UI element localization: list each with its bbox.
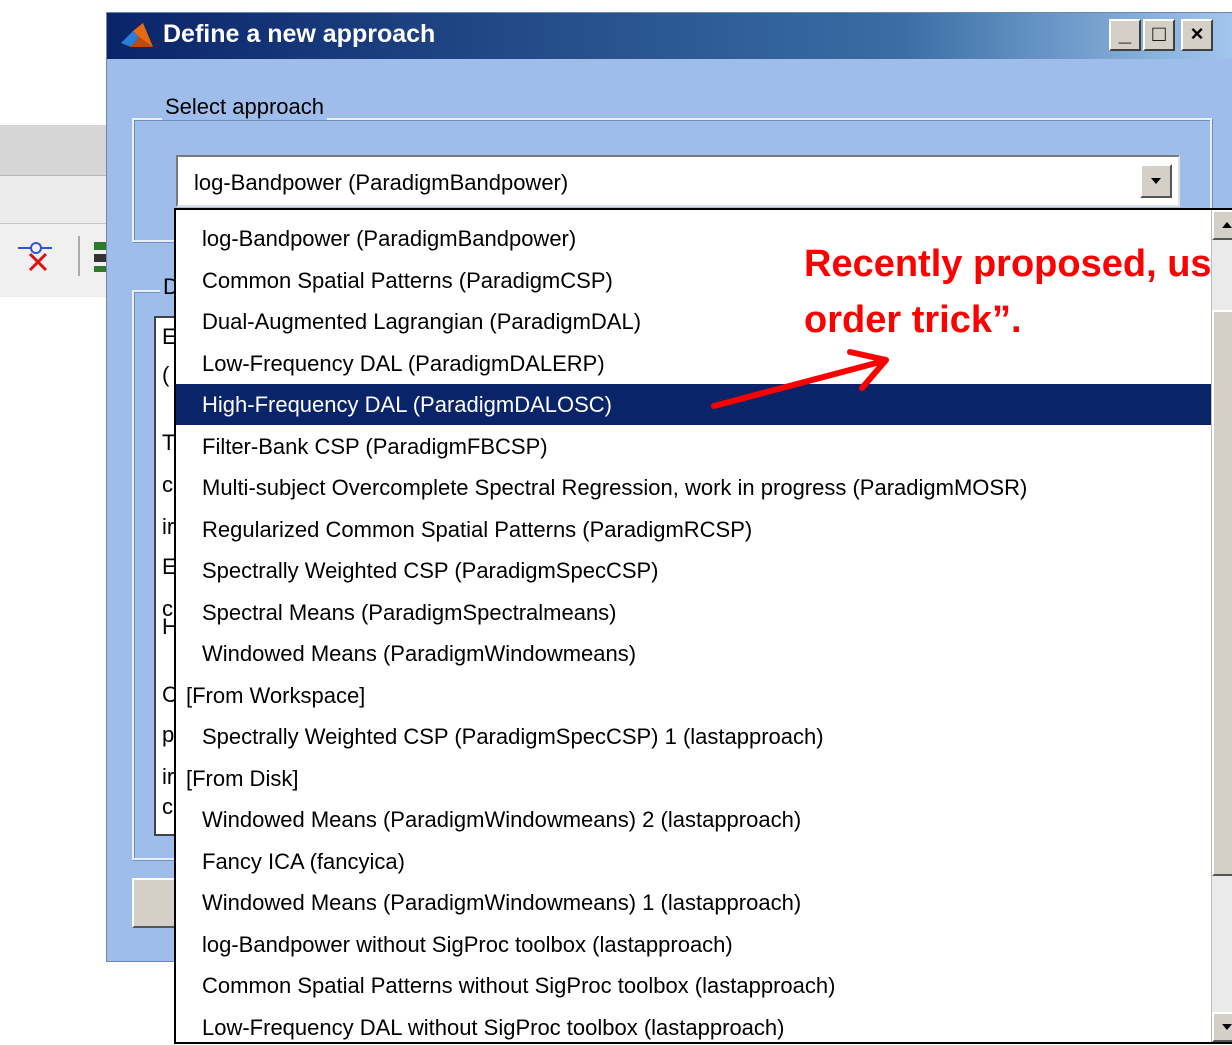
dropdown-option-label: Windowed Means (ParadigmWindowmeans) 2 (…: [202, 807, 802, 832]
dropdown-option-label: Filter-Bank CSP (ParadigmFBCSP): [202, 433, 548, 459]
description-fragment: ir: [162, 514, 175, 539]
dropdown-option-label: Windowed Means (ParadigmWindowmeans) 1 (…: [202, 890, 802, 915]
remove-link-icon[interactable]: [16, 236, 56, 276]
select-approach-legend: Select approach: [162, 94, 327, 120]
dropdown-option-label: [From Disk]: [186, 765, 299, 791]
dropdown-option-label: log-Bandpower (ParadigmBandpower): [202, 226, 577, 251]
dropdown-group-header: [From Disk]: [176, 758, 1212, 799]
dropdown-scrollbar[interactable]: [1211, 210, 1232, 1042]
dropdown-option[interactable]: Spectrally Weighted CSP (ParadigmSpecCSP…: [176, 716, 1212, 757]
dropdown-option-label: Spectrally Weighted CSP (ParadigmSpecCSP…: [202, 558, 659, 583]
dropdown-option-label: Spectral Means (ParadigmSpectralmeans): [202, 599, 617, 625]
title-bar[interactable]: Define a new approach _ □ ×: [107, 13, 1232, 59]
annotation-arrow: [711, 349, 889, 409]
dropdown-option-label: Dual-Augmented Lagrangian (ParadigmDAL): [202, 309, 642, 334]
dropdown-option-label: Spectrally Weighted CSP (ParadigmSpecCSP…: [202, 724, 824, 749]
annotation-line-1: Recently proposed, us: [804, 243, 1212, 285]
toolbar-separator: [78, 236, 80, 276]
scroll-up-button[interactable]: [1212, 210, 1232, 240]
dropdown-option[interactable]: Common Spatial Patterns without SigProc …: [176, 965, 1212, 1006]
dialog-title: Define a new approach: [163, 20, 436, 48]
dropdown-arrow-icon: [1151, 178, 1161, 184]
screen: Define a new approach _ □ × Select appro…: [0, 0, 1232, 1045]
dropdown-option-label: High-Frequency DAL (ParadigmDALOSC): [202, 392, 612, 417]
scroll-down-button[interactable]: [1212, 1012, 1232, 1042]
scroll-up-icon: [1222, 222, 1232, 228]
description-fragment: c: [162, 472, 173, 497]
dropdown-option[interactable]: Filter-Bank CSP (ParadigmFBCSP): [176, 426, 1212, 467]
dropdown-option[interactable]: Multi-subject Overcomplete Spectral Regr…: [176, 467, 1212, 508]
maximize-button[interactable]: □: [1143, 19, 1175, 51]
dropdown-option[interactable]: Fancy ICA (fancyica): [176, 841, 1212, 882]
dropdown-option-label: Low-Frequency DAL without SigProc toolbo…: [202, 1014, 785, 1040]
dropdown-option[interactable]: High-Frequency DAL (ParadigmDALOSC): [176, 384, 1212, 425]
dropdown-option[interactable]: Low-Frequency DAL (ParadigmDALERP): [176, 343, 1212, 384]
dropdown-arrow-button[interactable]: [1140, 164, 1172, 198]
dropdown-option-label: Low-Frequency DAL (ParadigmDALERP): [202, 350, 605, 376]
dropdown-option[interactable]: Spectrally Weighted CSP (ParadigmSpecCSP…: [176, 550, 1212, 591]
minimize-button[interactable]: _: [1109, 19, 1141, 51]
description-fragment: (: [162, 362, 170, 387]
approach-combobox[interactable]: log-Bandpower (ParadigmBandpower): [176, 155, 1180, 207]
maximize-icon: □: [1152, 21, 1166, 46]
dropdown-option[interactable]: Windowed Means (ParadigmWindowmeans) 1 (…: [176, 882, 1212, 923]
dropdown-option[interactable]: Windowed Means (ParadigmWindowmeans) 2 (…: [176, 799, 1212, 840]
dropdown-option-label: Common Spatial Patterns (ParadigmCSP): [202, 267, 613, 293]
scroll-thumb[interactable]: [1212, 310, 1232, 876]
dropdown-option[interactable]: Regularized Common Spatial Patterns (Par…: [176, 509, 1212, 550]
dropdown-option-label: log-Bandpower without SigProc toolbox (l…: [202, 931, 733, 957]
close-icon: ×: [1190, 21, 1204, 46]
description-fragment: p: [162, 722, 175, 747]
description-fragment: c: [162, 794, 173, 819]
dropdown-option-label: Regularized Common Spatial Patterns (Par…: [202, 516, 753, 542]
dropdown-option[interactable]: Windowed Means (ParadigmWindowmeans): [176, 633, 1212, 674]
dropdown-option[interactable]: log-Bandpower without SigProc toolbox (l…: [176, 924, 1212, 965]
matlab-icon: [119, 21, 157, 51]
dropdown-option-label: Fancy ICA (fancyica): [202, 848, 405, 874]
dropdown-option[interactable]: Spectral Means (ParadigmSpectralmeans): [176, 592, 1212, 633]
dropdown-option-label: Windowed Means (ParadigmWindowmeans): [202, 641, 637, 666]
combobox-selected-value: log-Bandpower (ParadigmBandpower): [194, 170, 569, 195]
scroll-down-icon: [1222, 1024, 1232, 1030]
dropdown-option-label: Multi-subject Overcomplete Spectral Regr…: [202, 475, 1028, 500]
dropdown-group-header: [From Workspace]: [176, 675, 1212, 716]
minimize-icon: _: [1118, 21, 1132, 46]
close-button[interactable]: ×: [1181, 19, 1213, 51]
annotation-text: Recently proposed, us order trick”.: [804, 236, 1212, 348]
description-fragment: ir: [162, 764, 175, 789]
dropdown-option[interactable]: Low-Frequency DAL without SigProc toolbo…: [176, 1007, 1212, 1043]
dropdown-option-label: Common Spatial Patterns without SigProc …: [202, 973, 836, 998]
dropdown-option-label: [From Workspace]: [186, 682, 366, 708]
